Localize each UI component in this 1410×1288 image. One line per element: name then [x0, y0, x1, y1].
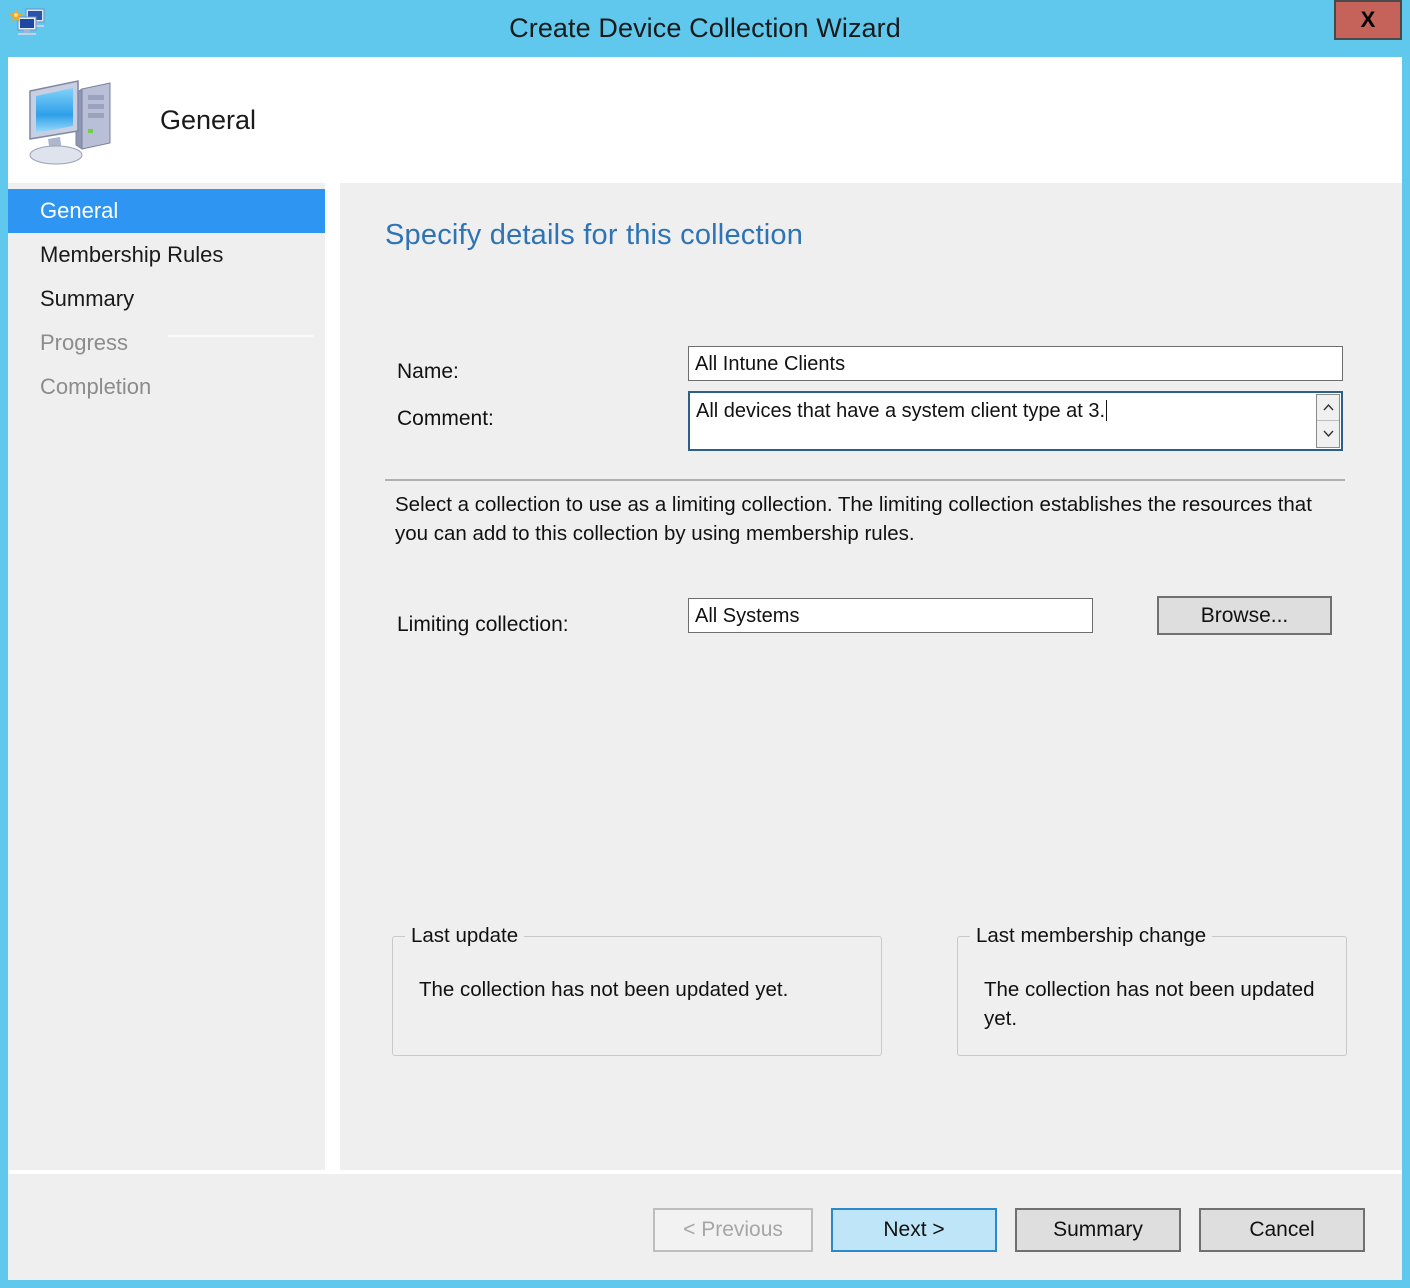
- wizard-body: General Membership Rules Summary Progres…: [8, 183, 1402, 1280]
- section-divider: [385, 479, 1345, 481]
- comment-label: Comment:: [397, 407, 494, 431]
- next-button[interactable]: Next >: [831, 1208, 997, 1252]
- previous-button: < Previous: [653, 1208, 813, 1252]
- limiting-collection-label: Limiting collection:: [397, 613, 569, 637]
- sidebar-item-label: Summary: [40, 286, 134, 311]
- window-title: Create Device Collection Wizard: [0, 0, 1410, 57]
- sidebar-item-completion: Completion: [8, 365, 325, 409]
- computer-icon: [20, 69, 124, 169]
- wizard-content-panel: Specify details for this collection Name…: [333, 183, 1402, 1280]
- content-heading: Specify details for this collection: [385, 219, 803, 252]
- sidebar-item-progress: Progress: [8, 321, 325, 365]
- comment-value: All devices that have a system client ty…: [696, 400, 1105, 422]
- last-update-group: Last update The collection has not been …: [392, 936, 882, 1056]
- wizard-steps-sidebar: General Membership Rules Summary Progres…: [8, 183, 325, 1280]
- text-caret: [1106, 400, 1107, 421]
- comment-input[interactable]: All devices that have a system client ty…: [688, 391, 1343, 451]
- browse-button[interactable]: Browse...: [1157, 596, 1332, 635]
- sidebar-item-label: General: [40, 198, 118, 223]
- page-title: General: [160, 57, 256, 183]
- limiting-collection-description: Select a collection to use as a limiting…: [395, 490, 1335, 548]
- comment-scroll-spinner[interactable]: [1316, 394, 1340, 448]
- name-input[interactable]: All Intune Clients: [688, 346, 1343, 381]
- sidebar-item-summary[interactable]: Summary: [8, 277, 325, 321]
- last-membership-change-text: The collection has not been updated yet.: [984, 975, 1330, 1033]
- wizard-header: General: [8, 57, 1402, 183]
- sidebar-item-label: Progress: [40, 330, 128, 355]
- chevron-down-icon[interactable]: [1317, 421, 1339, 447]
- cancel-button[interactable]: Cancel: [1199, 1208, 1365, 1252]
- sidebar-item-general[interactable]: General: [8, 189, 325, 233]
- title-bar: Create Device Collection Wizard X: [0, 0, 1410, 57]
- sidebar-item-membership-rules[interactable]: Membership Rules: [8, 233, 325, 277]
- wizard-footer: < Previous Next > Summary Cancel: [8, 1174, 1402, 1280]
- wizard-window: Create Device Collection Wizard X: [0, 0, 1410, 1288]
- name-label: Name:: [397, 360, 459, 384]
- last-membership-change-group: Last membership change The collection ha…: [957, 936, 1347, 1056]
- last-update-text: The collection has not been updated yet.: [419, 975, 865, 1004]
- summary-button[interactable]: Summary: [1015, 1208, 1181, 1252]
- last-update-title: Last update: [405, 924, 524, 948]
- chevron-up-icon[interactable]: [1317, 395, 1339, 421]
- close-button[interactable]: X: [1334, 0, 1402, 40]
- limiting-collection-input[interactable]: All Systems: [688, 598, 1093, 633]
- sidebar-item-label: Membership Rules: [40, 242, 223, 267]
- sidebar-item-label: Completion: [40, 374, 151, 399]
- last-membership-change-title: Last membership change: [970, 924, 1212, 948]
